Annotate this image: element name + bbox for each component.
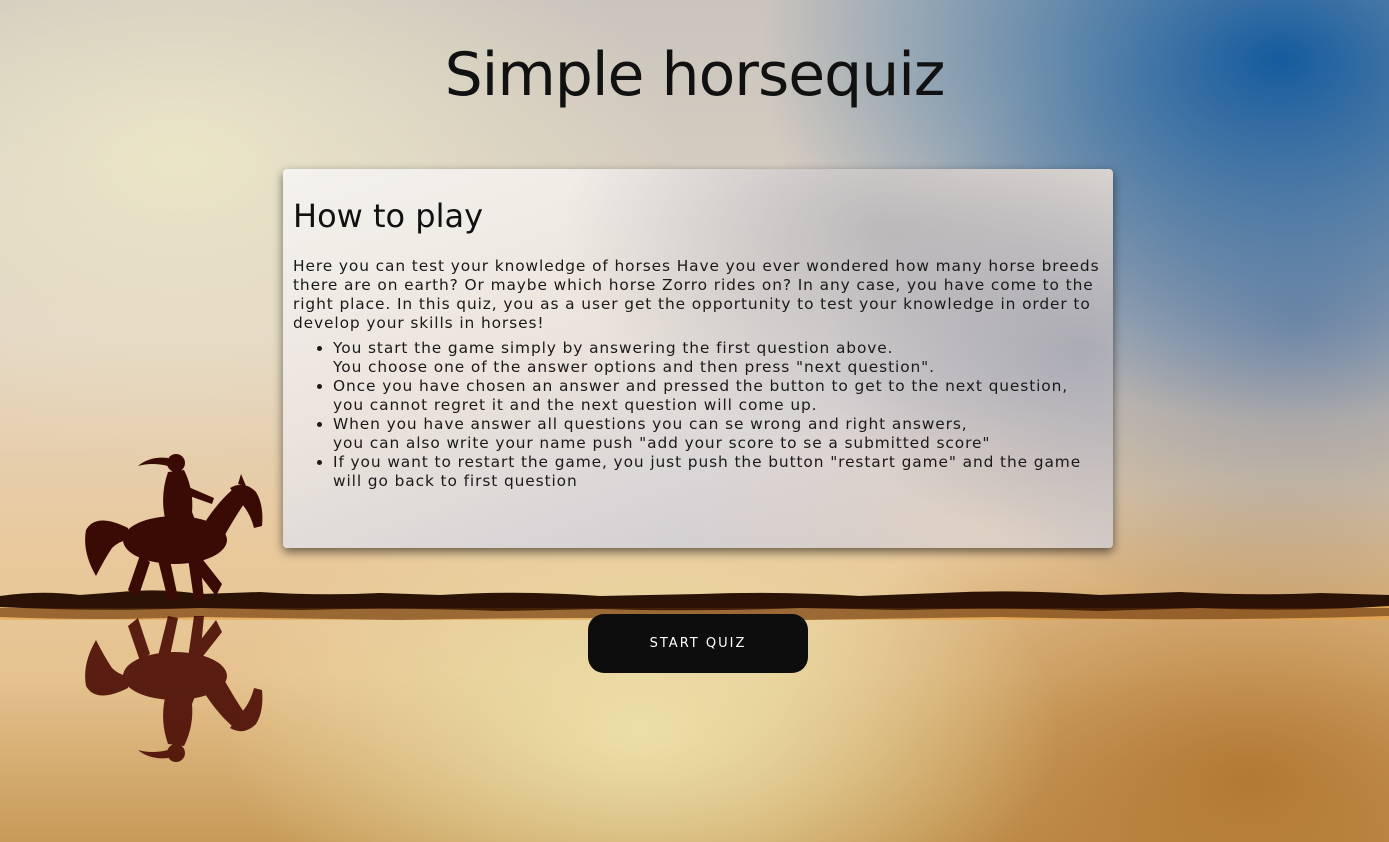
how-to-play-card: How to play Here you can test your knowl…: [283, 169, 1113, 548]
start-quiz-button[interactable]: START QUIZ: [588, 614, 808, 673]
intro-text: Here you can test your knowledge of hors…: [293, 257, 1100, 332]
rule-line: When you have answer all questions you c…: [333, 415, 968, 433]
list-item: You start the game simply by answering t…: [333, 339, 1103, 377]
horse-rider-reflection: [85, 616, 263, 762]
rule-line: you cannot regret it and the next questi…: [333, 396, 818, 414]
rules-list: You start the game simply by answering t…: [293, 339, 1103, 491]
page-title: Simple horsequiz: [444, 40, 946, 110]
list-item: When you have answer all questions you c…: [333, 415, 1103, 453]
horse-rider-silhouette: [85, 454, 263, 600]
how-to-play-title: How to play: [293, 197, 484, 235]
rule-line: you can also write your name push "add y…: [333, 434, 991, 452]
rule-line: You start the game simply by answering t…: [333, 339, 894, 357]
list-item: If you want to restart the game, you jus…: [333, 453, 1103, 491]
horizon-grass: [0, 590, 1389, 611]
rule-line: You choose one of the answer options and…: [333, 358, 935, 376]
rule-line: If you want to restart the game, you jus…: [333, 453, 1082, 490]
rule-line: Once you have chosen an answer and press…: [333, 377, 1069, 395]
list-item: Once you have chosen an answer and press…: [333, 377, 1103, 415]
